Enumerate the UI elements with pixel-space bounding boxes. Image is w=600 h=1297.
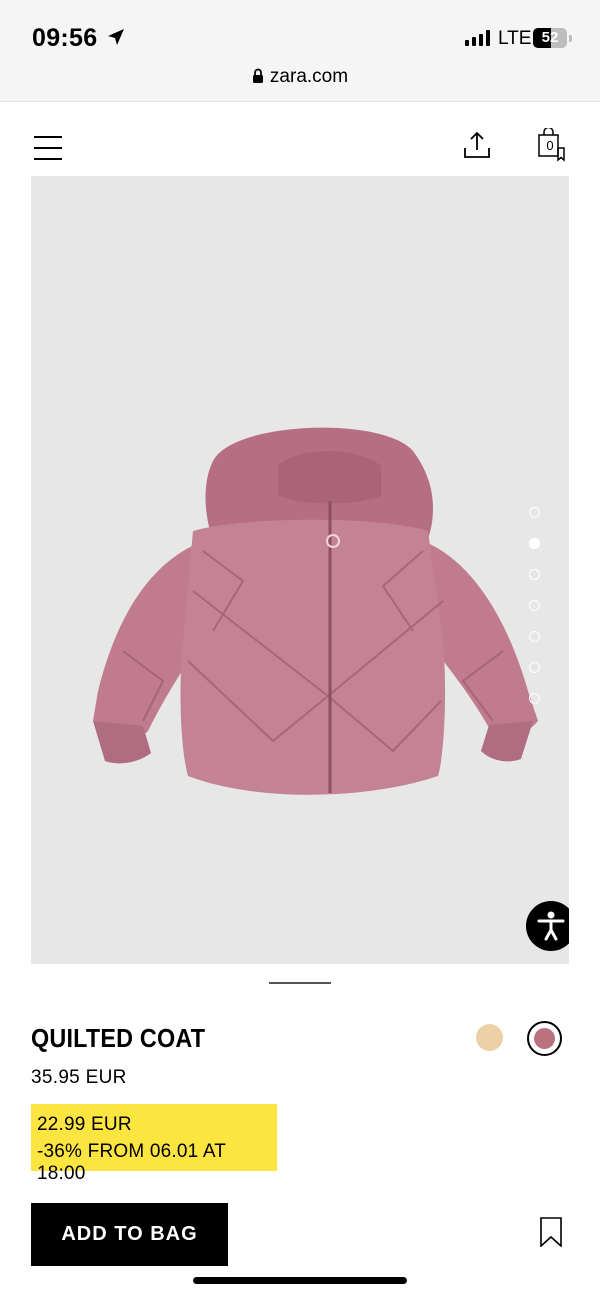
product-title: QUILTED COAT [31,1023,206,1053]
gallery-dot[interactable] [529,600,540,611]
menu-icon [34,136,62,138]
status-bar: 09:56 LTE 52 zara.com [0,0,600,102]
battery-icon: 52 [533,28,567,48]
bookmark-icon [540,1217,562,1248]
color-swatch-pink-selected[interactable] [527,1021,562,1056]
gallery-dot[interactable] [529,662,540,673]
promo-price-box: 22.99 EUR -36% FROM 06.01 AT 18:00 [31,1104,277,1184]
gallery-dot-active[interactable] [529,538,540,549]
battery-cap [569,35,572,42]
share-button[interactable] [462,130,492,160]
location-arrow-icon [108,29,124,45]
gallery-dot[interactable] [529,631,540,642]
url-text: zara.com [269,66,349,87]
bag-count: 0 [546,138,554,153]
gallery-dot[interactable] [529,507,540,518]
promo-details: -36% FROM 06.01 AT 18:00 [37,1141,226,1184]
shopping-bag-button[interactable]: 0 [536,126,568,162]
gallery-dot[interactable] [529,569,540,580]
save-button[interactable] [540,1217,562,1248]
quilted-coat-image [93,427,538,795]
cellular-signal-icon [465,30,490,46]
network-type: LTE [498,28,532,49]
home-indicator[interactable] [193,1277,407,1284]
share-icon [464,131,490,158]
status-time: 09:56 [32,24,98,52]
add-to-bag-button[interactable]: ADD TO BAG [31,1203,228,1266]
menu-button[interactable] [34,136,64,160]
address-bar[interactable]: zara.com [0,66,600,88]
lock-icon [252,68,263,83]
scroll-indicator [269,982,331,984]
promo-price: 22.99 EUR [37,1114,132,1135]
accessibility-icon [537,911,565,941]
battery-level: 52 [541,29,559,46]
product-image[interactable] [31,176,569,964]
color-swatch-beige[interactable] [476,1024,503,1051]
accessibility-button[interactable] [526,901,569,951]
product-price: 35.95 EUR [31,1067,127,1088]
gallery-dot[interactable] [529,693,540,704]
color-swatch-pink [534,1028,555,1049]
